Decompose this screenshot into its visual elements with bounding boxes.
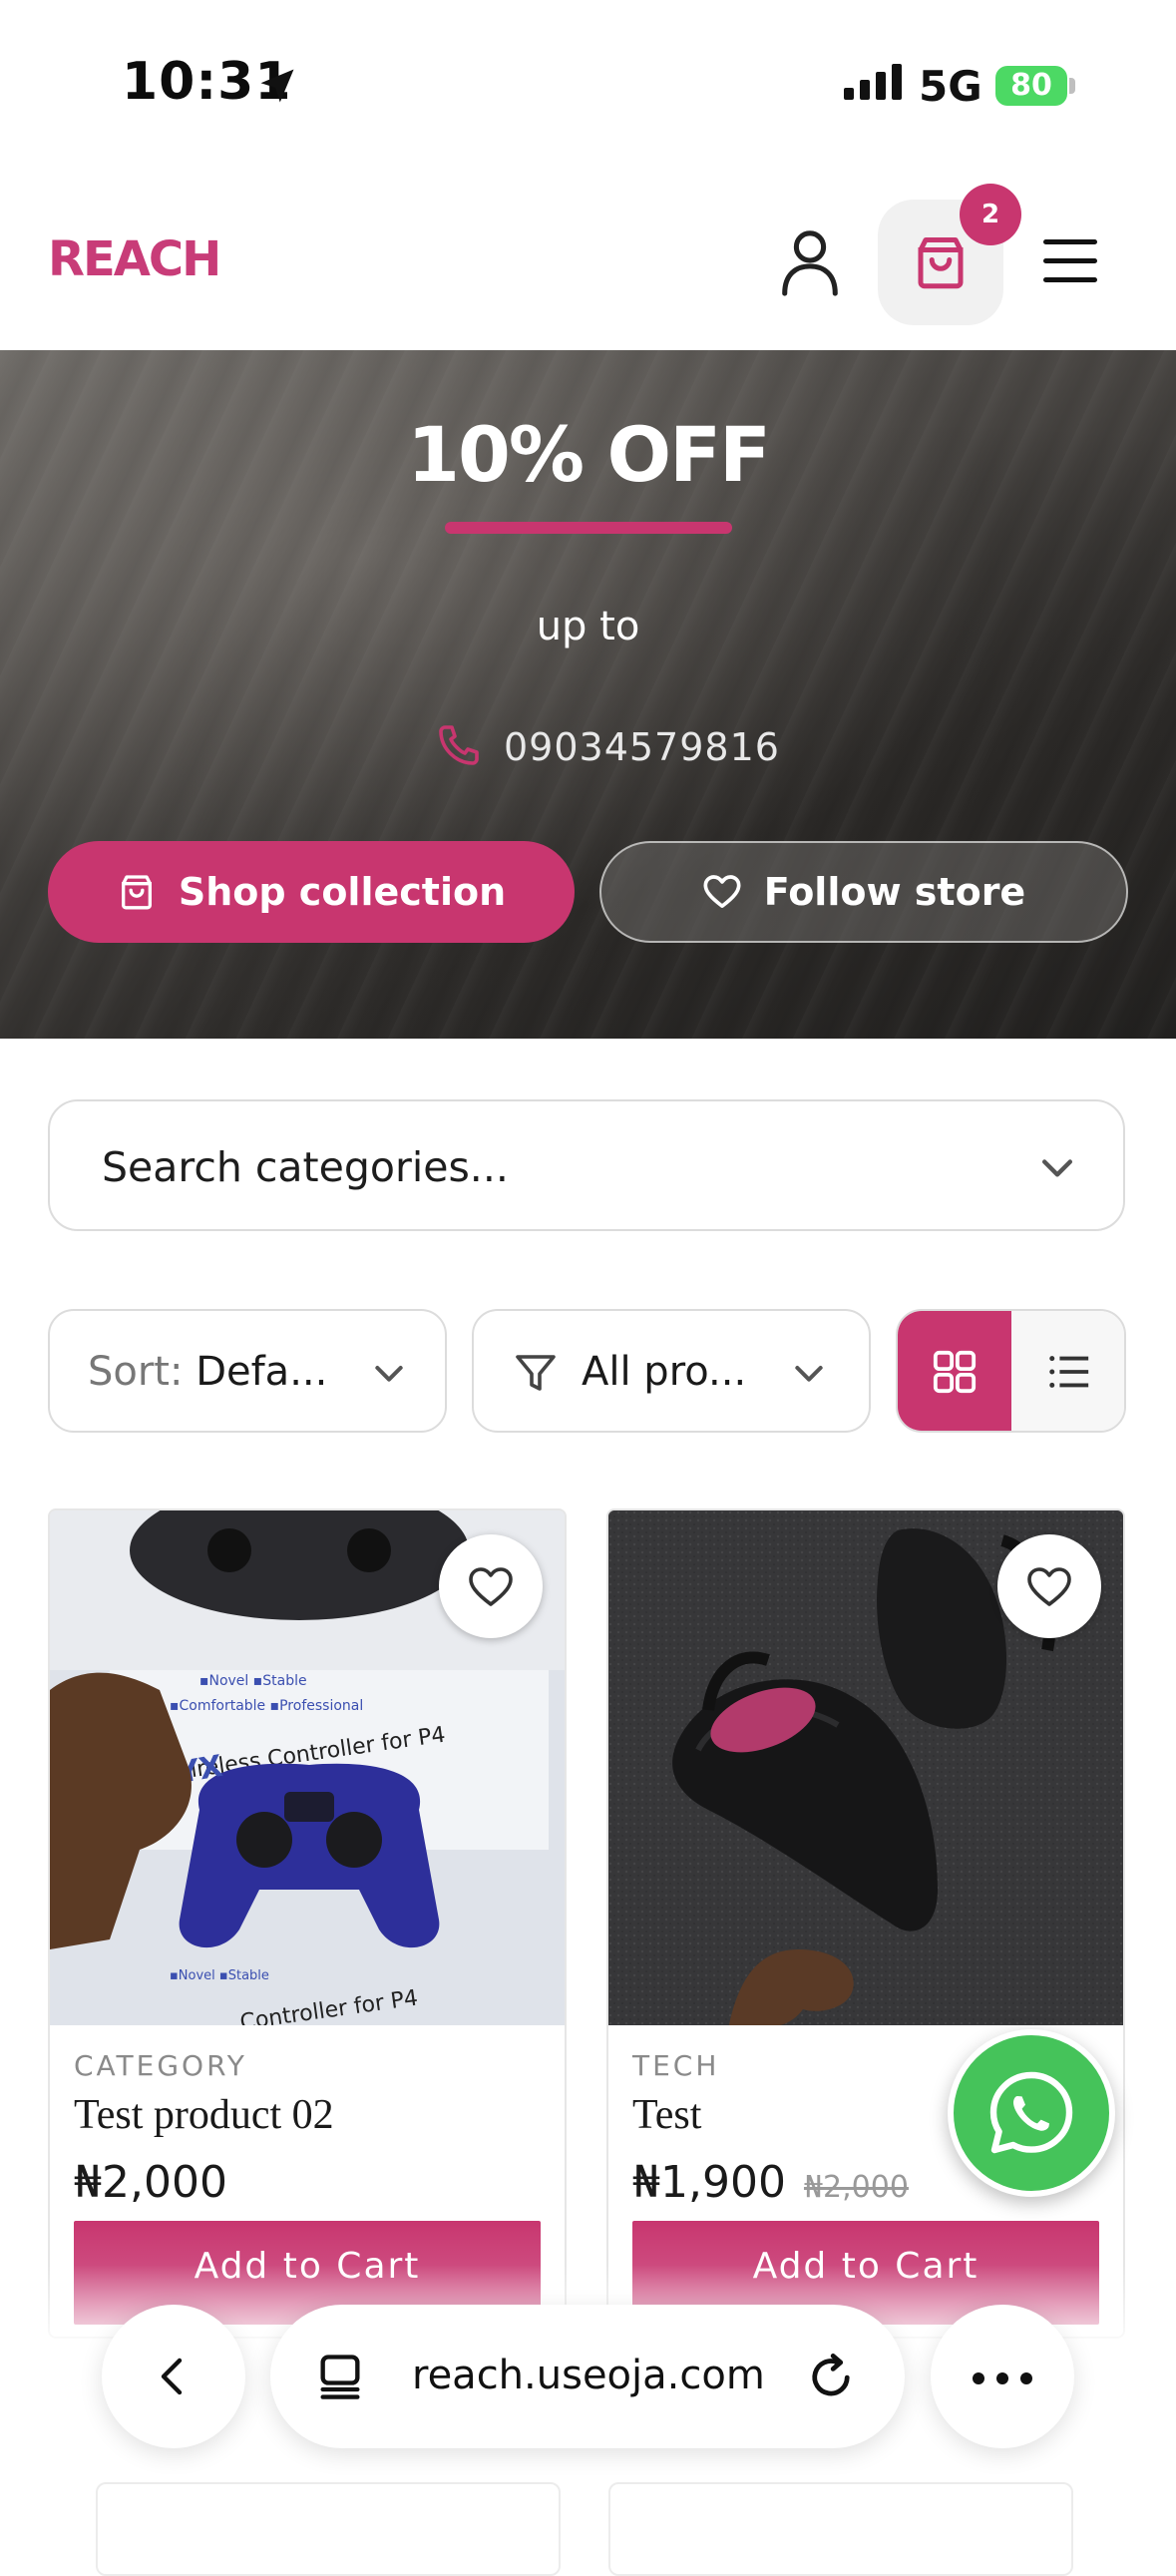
product-category: TECH	[632, 2049, 720, 2082]
category-search-label: Search categories...	[102, 1143, 509, 1191]
grid-view-button[interactable]	[898, 1311, 1011, 1431]
shop-collection-button[interactable]: Shop collection	[48, 841, 575, 943]
sort-select[interactable]: Sort: Defa...	[48, 1309, 447, 1433]
heart-icon	[469, 1567, 513, 1606]
svg-text:▪Comfortable ▪Professional: ▪Comfortable ▪Professional	[170, 1698, 363, 1714]
wishlist-button[interactable]	[997, 1534, 1101, 1638]
menu-icon[interactable]	[1043, 239, 1097, 285]
reload-icon[interactable]	[805, 2351, 857, 2402]
chevron-down-icon	[1041, 1159, 1073, 1177]
store-logo[interactable]: REACH	[48, 231, 221, 287]
address-bar[interactable]: reach.useoja.com	[270, 2305, 905, 2448]
location-arrow-icon	[260, 69, 294, 103]
list-view-button[interactable]	[1011, 1311, 1124, 1431]
product-name[interactable]: Test product 02	[74, 2091, 334, 2139]
store-phone[interactable]: 09034579816	[504, 725, 780, 769]
shopping-bag-icon	[121, 875, 152, 910]
product-price-original: ₦2,000	[803, 2170, 909, 2205]
hero-underline	[445, 522, 732, 534]
wishlist-button[interactable]	[439, 1534, 543, 1638]
browser-back-button[interactable]	[102, 2305, 245, 2448]
product-category: CATEGORY	[74, 2049, 247, 2082]
sort-value: Defa...	[196, 1349, 328, 1395]
tabs-icon[interactable]	[314, 2351, 366, 2402]
sort-text: Sort: Defa...	[88, 1349, 327, 1395]
battery-tip	[1069, 78, 1075, 94]
product-price: ₦2,000	[74, 2157, 227, 2208]
product-card[interactable]: TECH Test ₦1,900₦2,000 Add to Cart	[606, 1508, 1125, 2339]
chevron-down-icon	[795, 1366, 823, 1382]
chevron-down-icon	[375, 1366, 403, 1382]
product-card-partial	[96, 2482, 561, 2576]
view-toggle	[896, 1309, 1126, 1433]
product-name[interactable]: Test	[632, 2091, 701, 2139]
shopping-bag-icon	[918, 237, 964, 289]
heart-icon	[703, 875, 741, 908]
more-icon[interactable]	[931, 2305, 1074, 2448]
svg-text:▪Novel ▪Stable: ▪Novel ▪Stable	[199, 1673, 307, 1689]
svg-text:▪Novel ▪Stable: ▪Novel ▪Stable	[170, 1968, 269, 1983]
follow-store-label: Follow store	[763, 870, 1026, 914]
product-filter-value: All pro...	[582, 1349, 747, 1395]
shop-collection-label: Shop collection	[178, 870, 507, 914]
back-icon	[161, 2358, 183, 2395]
grid-icon	[933, 1350, 977, 1394]
url-text: reach.useoja.com	[412, 2353, 765, 2398]
follow-store-button[interactable]: Follow store	[599, 841, 1128, 943]
whatsapp-icon	[989, 2071, 1073, 2154]
category-search-select[interactable]: Search categories...	[48, 1099, 1125, 1231]
filter-icon	[516, 1355, 556, 1391]
product-card[interactable]: ▪Novel ▪Stable ▪Comfortable ▪Professiona…	[48, 1508, 567, 2339]
product-card-partial	[608, 2482, 1073, 2576]
hero-subtitle: up to	[536, 604, 640, 649]
signal-icon	[844, 64, 908, 100]
product-filter-select[interactable]: All pro...	[472, 1309, 871, 1433]
product-price-current: ₦1,900	[632, 2157, 786, 2208]
cart-count-badge: 2	[960, 184, 1021, 245]
sort-prefix: Sort:	[88, 1349, 196, 1395]
network-label: 5G	[919, 62, 982, 111]
battery-icon: 80	[995, 66, 1067, 106]
whatsapp-button[interactable]	[948, 2029, 1115, 2197]
hero-banner: 10% OFF up to 09034579816 Shop collectio…	[0, 350, 1176, 1039]
list-icon	[1049, 1356, 1089, 1388]
heart-icon	[1027, 1567, 1071, 1606]
hero-title: 10% OFF	[407, 410, 771, 499]
product-price-current: ₦2,000	[74, 2157, 227, 2208]
phone-icon	[439, 725, 479, 765]
user-icon[interactable]	[778, 227, 842, 297]
product-price: ₦1,900 ₦2,000	[632, 2157, 909, 2208]
